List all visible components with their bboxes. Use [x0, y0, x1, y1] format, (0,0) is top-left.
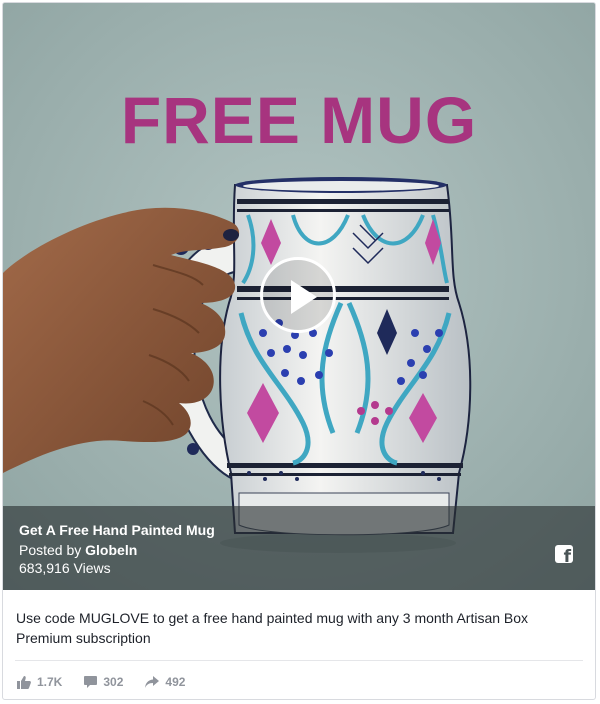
like-count: 1.7K	[37, 675, 63, 689]
page-name-link[interactable]: Globeln	[85, 542, 137, 558]
facebook-icon: f	[555, 545, 573, 567]
engagement-bar: 1.7K 302 492	[17, 672, 207, 692]
share-count-button[interactable]: 492	[145, 675, 185, 689]
post-caption: Use code MUGLOVE to get a free hand pain…	[16, 610, 529, 646]
share-count: 492	[165, 675, 186, 689]
posted-by: Posted by Globeln	[19, 542, 137, 558]
divider	[15, 660, 583, 661]
video-title[interactable]: Get A Free Hand Painted Mug	[19, 522, 215, 538]
view-count: 683,916 Views	[19, 560, 111, 576]
facebook-letter: f	[563, 547, 571, 567]
share-arrow-icon	[145, 676, 160, 688]
video-headline: FREE MUG	[120, 83, 478, 157]
video-player[interactable]: FREE MUG Get A Free Hand Painted Mug Pos…	[3, 3, 595, 590]
thumbs-up-icon	[17, 675, 31, 689]
video-post-card: FREE MUG Get A Free Hand Painted Mug Pos…	[2, 2, 596, 700]
like-count-button[interactable]: 1.7K	[17, 675, 62, 689]
comment-icon	[84, 676, 98, 688]
comment-count-button[interactable]: 302	[84, 675, 123, 689]
posted-by-prefix: Posted by	[19, 542, 86, 558]
play-icon	[291, 280, 317, 314]
play-button[interactable]	[260, 257, 336, 333]
comment-count: 302	[103, 675, 124, 689]
video-info-overlay: Get A Free Hand Painted Mug Posted by Gl…	[3, 506, 595, 590]
